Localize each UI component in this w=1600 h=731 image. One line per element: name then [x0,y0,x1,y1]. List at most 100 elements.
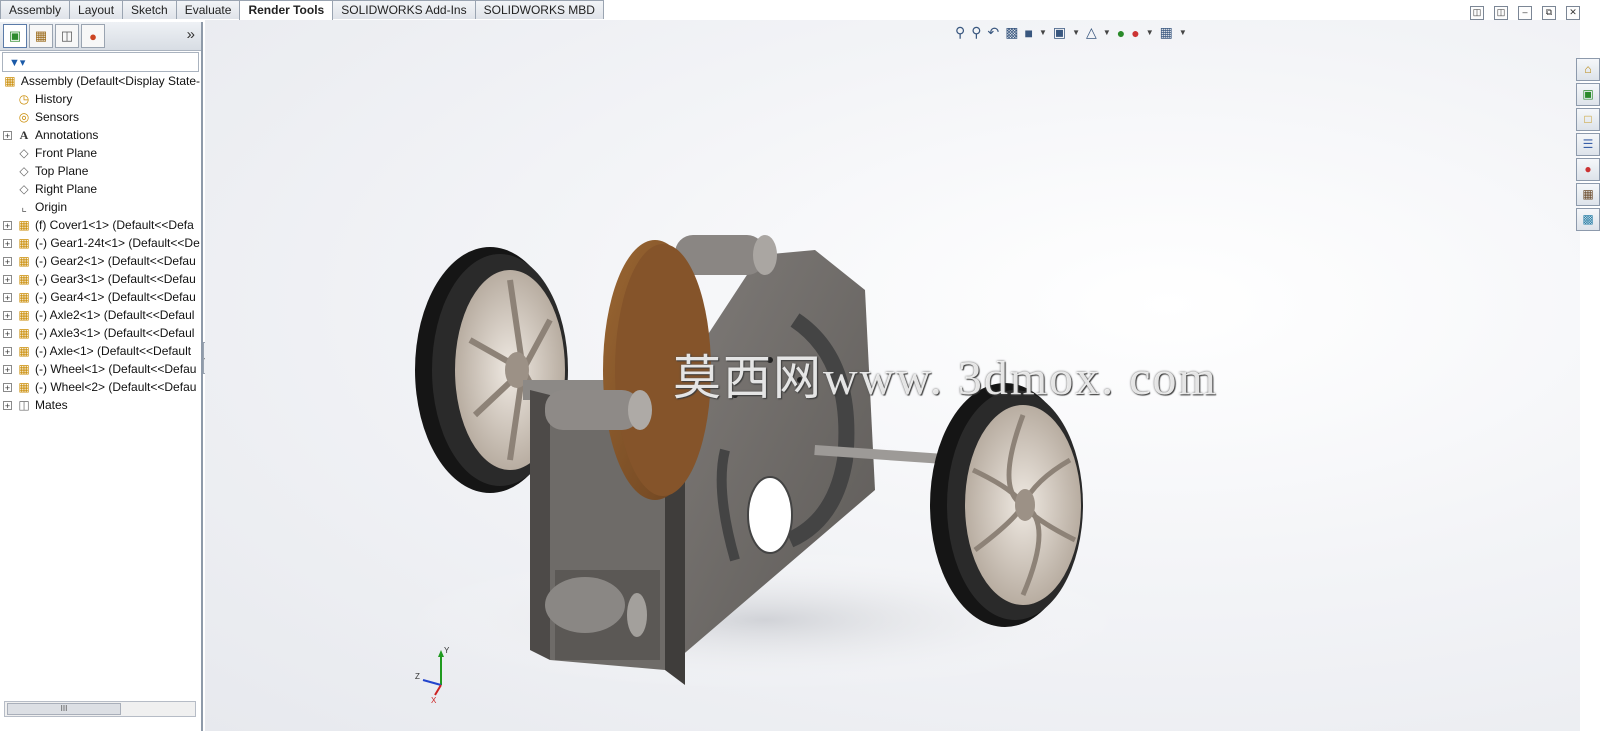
tile-right-icon[interactable]: ◫ [1494,6,1508,20]
tree-node[interactable]: ⌞ Origin [0,198,200,216]
expand-icon[interactable]: + [3,292,12,302]
close-button[interactable]: ✕ [1566,6,1580,20]
tree-node[interactable]: + ▦ (-) Wheel<1> (Default<<Defau [0,360,200,378]
expand-icon[interactable]: + [3,130,12,140]
chevron-down-icon[interactable]: ▼ [1072,28,1080,37]
plane-icon: ◇ [19,182,29,196]
view-palette-icon[interactable]: ☰ [1576,133,1600,156]
tab-render-tools[interactable]: Render Tools [239,0,334,21]
mates-icon: ◫ [18,398,30,412]
panel-tabs: ▣ ▦ ◫ ● » [0,22,201,51]
tab-solidworks-add-ins[interactable]: SOLIDWORKS Add-Ins [332,0,476,19]
tree-node-label: Right Plane [35,182,98,196]
origin-icon: ⌞ [21,200,27,214]
tab-evaluate[interactable]: Evaluate [175,0,241,19]
tree-node-label: (-) Wheel<1> (Default<<Defau [35,362,197,376]
task-pane: ⌂ ▣ □ ☰ ● ▦ ▩ [1576,58,1600,231]
tree-node-label: (-) Gear3<1> (Default<<Defau [35,272,196,286]
tree-node[interactable]: + ▦ (-) Gear4<1> (Default<<Defau [0,288,200,306]
tree-node[interactable]: + ▦ (-) Gear3<1> (Default<<Defau [0,270,200,288]
tree-node[interactable]: ◇ Top Plane [0,162,200,180]
design-library-icon[interactable]: ▣ [1576,83,1600,106]
expand-icon[interactable]: + [3,274,12,284]
part-icon: ▦ [18,254,30,268]
tree-node[interactable]: + A Annotations [0,126,200,144]
sensor-icon: ◎ [18,110,30,124]
chevron-down-icon[interactable]: ▼ [1146,28,1154,37]
tree-node[interactable]: + ▦ (-) Axle<1> (Default<<Default [0,342,200,360]
dynamic-annotation-icon[interactable]: ■ [1025,25,1033,41]
tree-node[interactable]: ▦ Assembly (Default<Display State- [0,72,200,90]
expand-icon[interactable]: + [3,382,12,392]
apply-scene-icon[interactable]: ▦ [1160,24,1173,41]
expand-panel-chevron-icon[interactable]: » [187,26,195,43]
expand-icon[interactable]: + [3,346,12,356]
solidworks-resources-icon[interactable]: ⌂ [1576,58,1600,81]
expand-icon[interactable]: + [3,310,12,320]
expand-icon[interactable]: + [3,220,12,230]
part-icon: ▦ [18,236,30,250]
horizontal-scrollbar[interactable]: III [4,701,196,717]
appearances-scenes-icon[interactable]: ● [1576,158,1600,181]
tree-node[interactable]: + ▦ (f) Cover1<1> (Default<<Defa [0,216,200,234]
part-icon: ▦ [18,308,30,322]
roller-middle[interactable] [545,390,652,430]
scrollbar-thumb[interactable]: III [7,703,121,715]
tab-sketch[interactable]: Sketch [122,0,177,19]
tree-node[interactable]: ◇ Right Plane [0,180,200,198]
tree-node[interactable]: + ▦ (-) Gear2<1> (Default<<Defau [0,252,200,270]
hide-show-items-icon[interactable]: ● [1117,25,1125,41]
section-view-icon[interactable]: ▩ [1005,24,1018,41]
tab-layout[interactable]: Layout [69,0,124,19]
tree-node-label: (-) Gear1-24t<1> (Default<<De [35,236,200,250]
chevron-down-icon[interactable]: ▼ [1039,28,1047,37]
edit-appearance-icon[interactable]: ● [1131,25,1139,41]
restore-button[interactable]: ⧉ [1542,6,1556,20]
history-icon: ◷ [18,92,30,106]
tab-assembly[interactable]: Assembly [0,0,71,19]
display-style-icon[interactable]: △ [1086,24,1097,41]
tree-node[interactable]: + ▦ (-) Gear1-24t<1> (Default<<De [0,234,200,252]
expand-icon[interactable]: + [3,328,12,338]
expand-icon[interactable]: + [3,400,12,410]
tree-node-label: History [35,92,73,106]
custom-properties-icon[interactable]: ▦ [1576,183,1600,206]
zoom-to-fit-icon[interactable]: ⚲ [955,24,965,41]
plane-icon: ◇ [19,146,29,160]
tree-node[interactable]: + ◫ Mates [0,396,200,414]
tree-node[interactable]: + ▦ (-) Wheel<2> (Default<<Defau [0,378,200,396]
chevron-down-icon[interactable]: ▼ [1103,28,1111,37]
configuration-manager-tab-icon[interactable]: ◫ [55,24,79,48]
part-icon: ▦ [18,362,30,376]
display-manager-tab-icon[interactable]: ● [81,24,105,48]
expand-icon[interactable]: + [3,256,12,266]
assembly-icon: ▦ [4,74,16,88]
tree-node-label: Top Plane [35,164,89,178]
file-explorer-icon[interactable]: □ [1576,108,1600,131]
tree-filter[interactable]: ▼▾ [2,52,199,72]
zoom-to-area-icon[interactable]: ⚲ [971,24,981,41]
tree-node[interactable]: ◎ Sensors [0,108,200,126]
expand-icon[interactable]: + [3,364,12,374]
solidworks-forum-icon[interactable]: ▩ [1576,208,1600,231]
graphics-area[interactable]: ⚲ ⚲ ↶ ▩ ■ ▼ ▣ ▼ △ ▼ ● ● ▼ ▦ ▼ 莫西网www. 3d… [205,20,1580,731]
tab-solidworks-mbd[interactable]: SOLIDWORKS MBD [474,0,604,19]
tile-left-icon[interactable]: ◫ [1470,6,1484,20]
part-icon: ▦ [18,326,30,340]
tree-node[interactable]: + ▦ (-) Axle3<1> (Default<<Defaul [0,324,200,342]
triad-z-label: Z [415,672,420,681]
wheel-right[interactable] [930,383,1083,627]
tree-node[interactable]: ◷ History [0,90,200,108]
previous-view-icon[interactable]: ↶ [988,24,1000,41]
minimize-button[interactable]: – [1518,6,1532,20]
tree-node-label: (-) Axle3<1> (Default<<Defaul [35,326,195,340]
view-orientation-icon[interactable]: ▣ [1053,24,1066,41]
feature-tree-tab-icon[interactable]: ▣ [3,24,27,48]
property-manager-tab-icon[interactable]: ▦ [29,24,53,48]
part-icon: ▦ [18,218,30,232]
tree-node[interactable]: ◇ Front Plane [0,144,200,162]
expand-icon[interactable]: + [3,238,12,248]
chevron-down-icon[interactable]: ▼ [1179,28,1187,37]
tree-node[interactable]: + ▦ (-) Axle2<1> (Default<<Defaul [0,306,200,324]
part-icon: ▦ [18,290,30,304]
